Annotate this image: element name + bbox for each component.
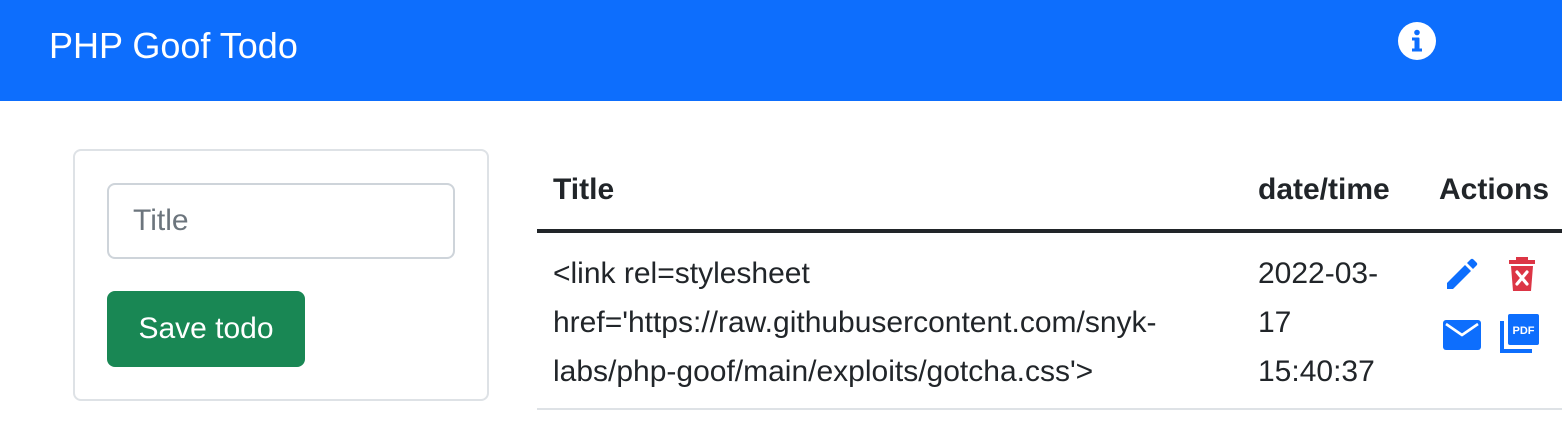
todo-title-line: href='https://raw.githubusercontent.com/…	[553, 306, 1157, 339]
todo-datetime-line: 15:40:37	[1258, 355, 1375, 388]
brand-link[interactable]: PHP Goof Todo	[49, 24, 298, 68]
todo-title-cell: <link rel=stylesheet href='https://raw.g…	[553, 249, 1243, 396]
svg-text:PDF: PDF	[1513, 325, 1535, 337]
pencil-icon[interactable]	[1441, 253, 1483, 295]
top-navbar: PHP Goof Todo	[0, 0, 1562, 101]
todo-title-line: labs/php-goof/main/exploits/gotcha.css'>	[553, 355, 1094, 388]
trash-icon[interactable]	[1501, 253, 1543, 295]
header-divider	[537, 229, 1562, 233]
todo-title-line: <link rel=stylesheet	[553, 257, 810, 290]
todo-datetime-cell: 2022-03- 17 15:40:37	[1258, 249, 1418, 396]
column-header-actions: Actions	[1439, 173, 1550, 206]
column-header-title: Title	[553, 173, 615, 206]
add-todo-card: Save todo	[73, 149, 489, 401]
row-divider	[537, 408, 1562, 410]
pdf-icon[interactable]: PDF	[1499, 312, 1541, 354]
title-input[interactable]	[107, 183, 455, 259]
save-todo-button[interactable]: Save todo	[107, 291, 305, 367]
todo-datetime-line: 17	[1258, 306, 1292, 339]
todo-datetime-line: 2022-03-	[1258, 257, 1379, 290]
column-header-datetime: date/time	[1258, 173, 1390, 206]
info-circle-icon[interactable]	[1396, 20, 1438, 62]
envelope-icon[interactable]	[1441, 314, 1483, 356]
